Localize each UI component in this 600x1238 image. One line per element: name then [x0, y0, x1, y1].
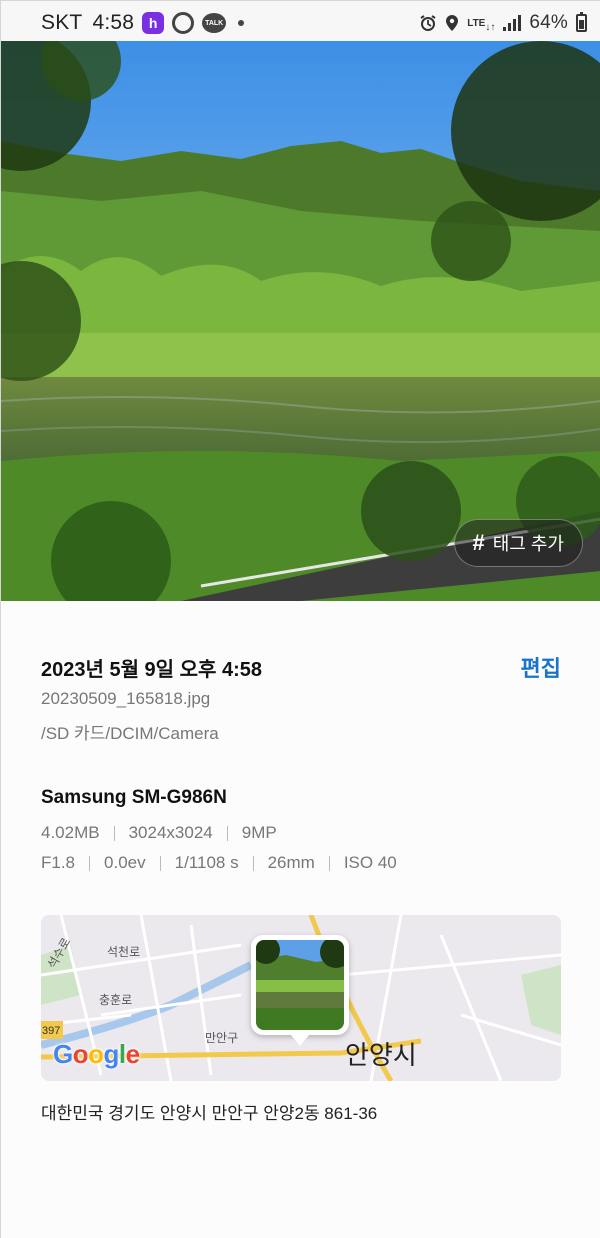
google-logo: Google [53, 1039, 140, 1069]
iso: ISO 40 [343, 853, 397, 872]
map-label-seokcheon-ro: 석천로 [107, 945, 141, 959]
exposure-value: 0.0ev [104, 853, 146, 872]
ring-app-icon [172, 12, 195, 34]
map-label-manan-gu: 만안구 [205, 1031, 239, 1045]
camera-info-row: F1.8 0.0ev 1/1108 s 26mm ISO 40 [41, 853, 397, 873]
map-city-label: 안양시 [345, 1040, 417, 1070]
photo-view[interactable]: # 태그 추가 [1, 41, 600, 601]
hash-icon: # [472, 530, 485, 555]
divider [226, 825, 228, 841]
aperture: F1.8 [41, 853, 76, 872]
divider [252, 855, 254, 871]
road-number-badge: 397 [42, 1025, 61, 1037]
photo-address: 대한민국 경기도 안양시 만안구 안양2동 861-36 [41, 1104, 378, 1123]
status-bar: SKT 4:58 h TALK LTE ↓↑ 64% [1, 1, 600, 45]
location-icon [445, 14, 459, 32]
talk-app-icon: TALK [202, 13, 227, 33]
shutter-speed: 1/1108 s [174, 853, 239, 872]
file-name: 20230509_165818.jpg [41, 689, 211, 708]
focal-length: 26mm [267, 853, 315, 872]
battery-percent: 64% [529, 12, 568, 33]
details-panel: 2023년 5월 9일 오후 4:58 편집 20230509_165818.j… [1, 601, 600, 1238]
signal-icon [503, 15, 522, 31]
location-map[interactable]: 석천로 충훈로 만안구 석수로 397 안양시 Google [41, 915, 561, 1081]
resolution: 3024x3024 [128, 823, 213, 842]
file-path: /SD 카드/DCIM/Camera [41, 724, 219, 743]
photo-datetime: 2023년 5월 9일 오후 4:58 [41, 659, 262, 681]
add-tag-button[interactable]: # 태그 추가 [453, 519, 583, 567]
map-photo-marker[interactable] [251, 935, 349, 1046]
lte-icon: LTE ↓↑ [467, 17, 496, 33]
divider [159, 855, 161, 871]
battery-icon [576, 12, 587, 32]
divider [328, 855, 330, 871]
device-model: Samsung SM-G986N [41, 787, 227, 808]
megapixels: 9MP [241, 823, 277, 842]
network-type-label: LTE [467, 17, 486, 29]
landscape-photo [1, 41, 600, 601]
map-label-chunghun-ro: 충훈로 [99, 993, 133, 1007]
add-tag-label: 태그 추가 [492, 534, 564, 554]
divider [113, 825, 115, 841]
photo-thumbnail [256, 940, 344, 1030]
purple-h-app-icon: h [142, 12, 165, 34]
status-icons: LTE ↓↑ 64% [411, 12, 587, 34]
alarm-icon [419, 14, 437, 32]
edit-button[interactable]: 편집 [521, 651, 561, 683]
file-size: 4.02MB [41, 823, 100, 842]
notification-dot-icon [238, 20, 245, 26]
divider [89, 855, 91, 871]
clock: 4:58 [92, 11, 135, 34]
carrier-label: SKT [41, 11, 83, 34]
file-info-row: 4.02MB 3024x3024 9MP [41, 823, 277, 843]
